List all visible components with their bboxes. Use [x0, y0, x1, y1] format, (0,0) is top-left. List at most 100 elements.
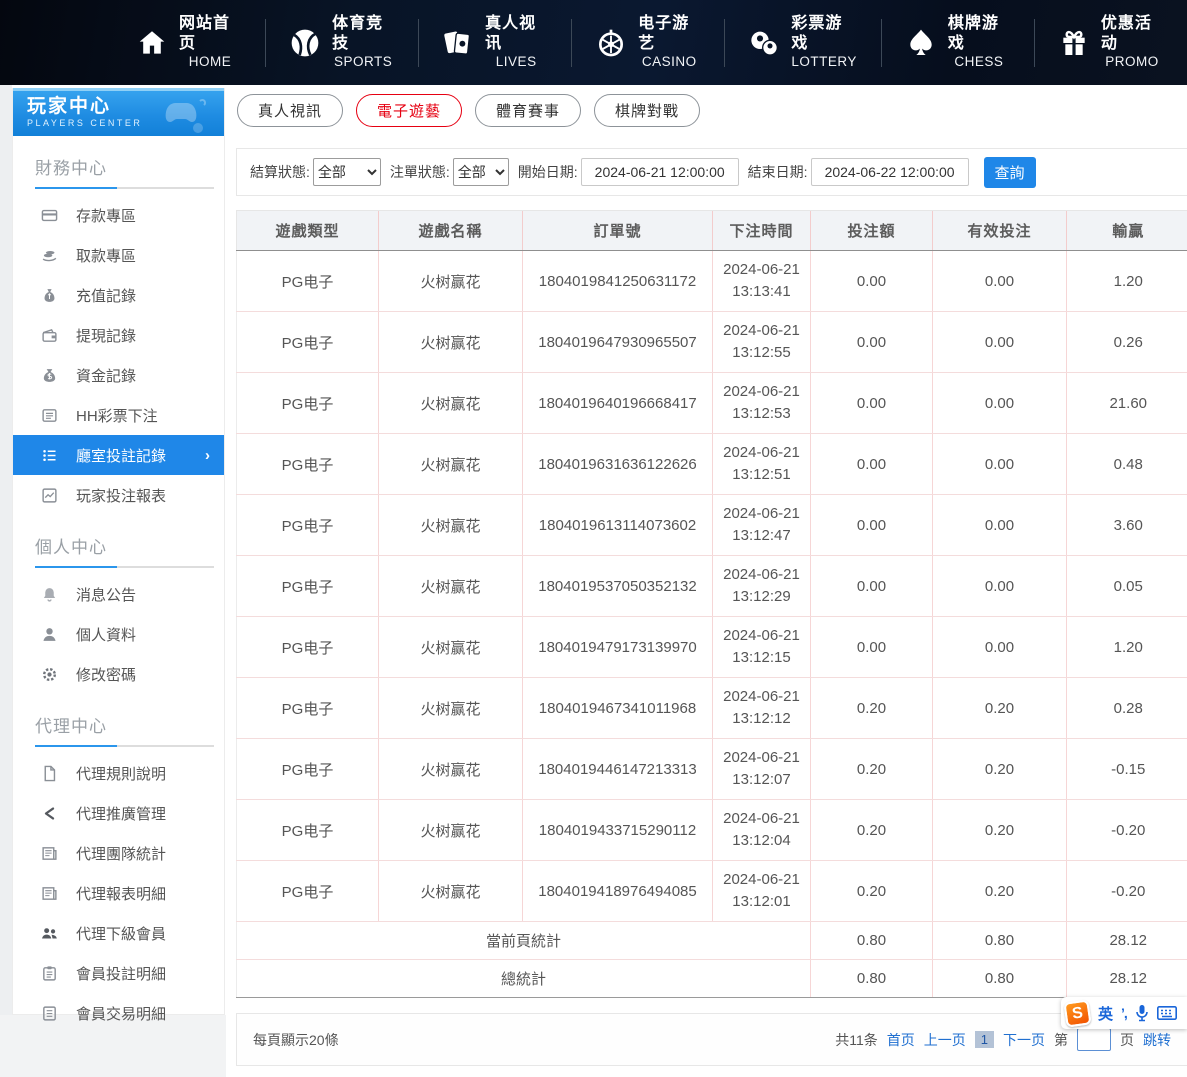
cell-valid-bet: 0.20: [933, 861, 1067, 922]
cell-game-type: PG电子: [237, 373, 379, 434]
sidebar-item-recharge-records[interactable]: 充值記錄: [13, 275, 224, 315]
cell-win-loss: 0.26: [1067, 312, 1187, 373]
cell-order-number: 1804019647930965507: [523, 312, 713, 373]
nav-item-home[interactable]: 网站首页HOME: [112, 13, 265, 73]
page-left-gutter: [0, 85, 12, 1077]
nav-item-casino[interactable]: 电子游艺CASINO: [571, 13, 724, 73]
page-jump-input[interactable]: [1077, 1028, 1111, 1051]
ime-punctuation-toggle[interactable]: ’,: [1121, 1005, 1127, 1021]
section-title-personal: 個人中心: [13, 515, 224, 566]
gear-icon: [41, 666, 58, 683]
summary-label: 總統計: [237, 960, 811, 998]
query-button[interactable]: 查詢: [984, 157, 1036, 188]
cell-game-name: 火树赢花: [379, 861, 523, 922]
bank-card-icon: [41, 207, 58, 224]
cell-game-name: 火树赢花: [379, 617, 523, 678]
cell-bet-amount: 0.00: [811, 312, 933, 373]
first-page-link[interactable]: 首页: [887, 1030, 915, 1050]
table-row: PG电子 火树赢花 1804019433715290112 2024-06-21…: [237, 800, 1187, 861]
ime-language-toggle[interactable]: 英: [1098, 1003, 1113, 1024]
bet-records-table: 遊戲類型 遊戲名稱 訂單號 下注時間 投注額 有效投注 輸贏 PG电子 火树赢花…: [236, 210, 1187, 998]
section-divider: [35, 745, 214, 747]
sidebar-item-announcements[interactable]: 消息公告: [13, 574, 224, 614]
table-body: PG电子 火树赢花 1804019841250631172 2024-06-21…: [237, 251, 1187, 998]
start-date-input[interactable]: [581, 158, 739, 186]
sidebar-item-agent-report-detail[interactable]: 代理報表明細: [13, 873, 224, 913]
sidebar-item-hh-lottery-bets[interactable]: HH彩票下注: [13, 395, 224, 435]
users-icon: [41, 925, 58, 942]
cell-valid-bet: 0.00: [933, 617, 1067, 678]
pagination-bar: 每頁顯示20條 共11条 首页 上一页 1 下一页 第 页 跳转: [236, 1013, 1187, 1066]
nav-item-lives[interactable]: 真人视讯LIVES: [418, 13, 571, 73]
cell-bet-amount: 0.20: [811, 739, 933, 800]
end-date-input[interactable]: [811, 158, 969, 186]
ledger-icon: [41, 1005, 58, 1022]
tab-live-video[interactable]: 真人視訊: [237, 94, 343, 127]
sidebar-item-funds-records[interactable]: 資金記錄: [13, 355, 224, 395]
cell-order-number: 1804019841250631172: [523, 251, 713, 312]
cell-valid-bet: 0.00: [933, 495, 1067, 556]
cell-bet-amount: 0.20: [811, 861, 933, 922]
cell-win-loss: 21.60: [1067, 373, 1187, 434]
keyboard-icon[interactable]: [1157, 1006, 1177, 1020]
sidebar-item-member-bet-detail[interactable]: 會員投註明細: [13, 953, 224, 993]
bet-records-table-wrap: 遊戲類型 遊戲名稱 訂單號 下注時間 投注額 有效投注 輸贏 PG电子 火树赢花…: [236, 210, 1187, 998]
cell-valid-bet: 0.00: [933, 434, 1067, 495]
cell-bet-time: 2024-06-2113:12:55: [713, 312, 811, 373]
section-title-agent: 代理中心: [13, 694, 224, 745]
nav-item-sports[interactable]: 体育竞技SPORTS: [265, 13, 418, 73]
lottery-balls-icon: [748, 27, 780, 59]
table-row: PG电子 火树赢花 1804019613114073602 2024-06-21…: [237, 495, 1187, 556]
table-row: PG电子 火树赢花 1804019537050352132 2024-06-21…: [237, 556, 1187, 617]
nav-item-promo[interactable]: 优惠活动PROMO: [1034, 13, 1187, 73]
current-page-badge: 1: [975, 1031, 994, 1048]
col-bet-time: 下注時間: [713, 211, 811, 251]
table-row: PG电子 火树赢花 1804019841250631172 2024-06-21…: [237, 251, 1187, 312]
sidebar-item-change-password[interactable]: 修改密碼: [13, 654, 224, 694]
cell-bet-amount: 0.00: [811, 434, 933, 495]
cell-game-name: 火树赢花: [379, 434, 523, 495]
sidebar-item-profile[interactable]: 個人資料: [13, 614, 224, 654]
page-size-text: 每頁顯示20條: [253, 1030, 339, 1050]
microphone-icon[interactable]: [1135, 1004, 1149, 1022]
total-count-text: 共11条: [835, 1030, 878, 1050]
sidebar-item-hall-bet-records[interactable]: 廳室投註記錄 ›: [13, 435, 224, 475]
table-row: PG电子 火树赢花 1804019467341011968 2024-06-21…: [237, 678, 1187, 739]
money-bag-dollar-icon: [41, 367, 58, 384]
order-status-select[interactable]: 全部: [453, 158, 509, 186]
cell-game-type: PG电子: [237, 434, 379, 495]
sidebar-item-deposit-zone[interactable]: 存款專區: [13, 195, 224, 235]
sidebar-item-withdraw-zone[interactable]: 取款專區: [13, 235, 224, 275]
sidebar-item-agent-promotion[interactable]: 代理推廣管理: [13, 793, 224, 833]
sidebar-item-member-transaction-detail[interactable]: 會員交易明細: [13, 993, 224, 1033]
jump-link[interactable]: 跳转: [1143, 1030, 1171, 1050]
sidebar-item-withdrawal-records[interactable]: 提現記錄: [13, 315, 224, 355]
sports-ball-icon: [289, 27, 321, 59]
tab-electronic-games[interactable]: 電子遊藝: [356, 94, 462, 127]
tab-board-games[interactable]: 棋牌對戰: [594, 94, 700, 127]
cell-bet-time: 2024-06-2113:12:07: [713, 739, 811, 800]
summary-bet-amount: 0.80: [811, 922, 933, 960]
tab-sports-events[interactable]: 體育賽事: [475, 94, 581, 127]
col-game-type: 遊戲類型: [237, 211, 379, 251]
sidebar-item-agent-rules[interactable]: 代理規則說明: [13, 753, 224, 793]
sidebar-item-player-bet-report[interactable]: 玩家投注報表: [13, 475, 224, 515]
nav-item-lottery[interactable]: 彩票游戏LOTTERY: [724, 13, 881, 73]
cell-win-loss: 1.20: [1067, 251, 1187, 312]
cell-order-number: 1804019640196668417: [523, 373, 713, 434]
summary-win-loss: 28.12: [1067, 960, 1187, 998]
cell-order-number: 1804019613114073602: [523, 495, 713, 556]
top-navigation: 网站首页HOME 体育竞技SPORTS 真人视讯LIVES 电子游艺CASINO…: [0, 0, 1187, 85]
prev-page-link[interactable]: 上一页: [924, 1030, 966, 1050]
next-page-link[interactable]: 下一页: [1003, 1030, 1045, 1050]
sogou-logo-icon[interactable]: S: [1063, 999, 1091, 1027]
list-card-icon: [41, 407, 58, 424]
cell-game-name: 火树赢花: [379, 373, 523, 434]
settle-status-select[interactable]: 全部: [313, 158, 381, 186]
sidebar-item-agent-sub-members[interactable]: 代理下級會員: [13, 913, 224, 953]
cell-game-name: 火树赢花: [379, 678, 523, 739]
nav-item-chess[interactable]: 棋牌游戏CHESS: [881, 13, 1034, 73]
sidebar-item-agent-team-stats[interactable]: 代理團隊統計: [13, 833, 224, 873]
cell-game-name: 火树赢花: [379, 800, 523, 861]
jump-prefix-label: 第: [1054, 1030, 1068, 1050]
